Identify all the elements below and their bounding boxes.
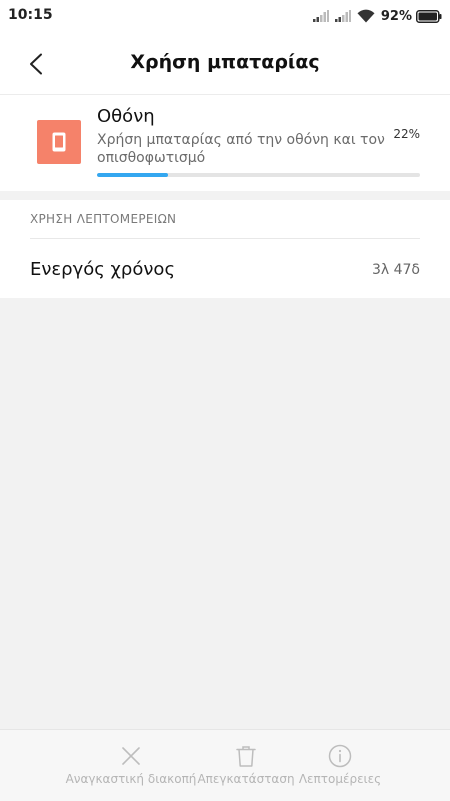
battery-icon <box>416 9 442 23</box>
usage-progress-fill <box>97 173 169 177</box>
status-bar: 10:15 92% <box>0 0 450 32</box>
header: Χρήση μπαταρίας <box>0 32 450 94</box>
close-icon <box>122 747 140 765</box>
screen-icon <box>52 132 66 152</box>
wifi-icon <box>357 9 375 23</box>
details-button[interactable]: Λεπτομέρειες <box>270 730 410 801</box>
signal-icon <box>334 10 351 22</box>
page-title: Χρήση μπαταρίας <box>130 51 320 73</box>
details-label: Λεπτομέρειες <box>298 772 382 786</box>
details-section: ΧΡΗΣΗ ΛΕΠΤΟΜΕΡΕΙΩΝ Ενεργός χρόνος 3λ 47δ <box>0 200 450 298</box>
bottom-action-bar: Αναγκαστική διακοπή Απεγκατάσταση Λεπτομ… <box>0 729 450 801</box>
usage-progress-bar <box>97 173 420 177</box>
app-icon-tile <box>37 120 81 164</box>
info-icon <box>328 744 352 768</box>
active-time-value: 3λ 47δ <box>371 262 420 278</box>
item-percent: 22% <box>393 127 420 141</box>
status-time: 10:15 <box>8 7 53 23</box>
divider <box>30 238 420 239</box>
trash-icon <box>236 746 256 767</box>
active-time-label: Ενεργός χρόνος <box>30 259 176 280</box>
status-icons: 92% <box>312 6 442 26</box>
item-title: Οθόνη <box>97 106 155 127</box>
battery-percent: 92% <box>380 8 412 24</box>
signal-icon <box>312 10 329 22</box>
item-description: Χρήση μπαταρίας από την οθόνη και τον οπ… <box>97 132 385 166</box>
usage-item[interactable]: Οθόνη Χρήση μπαταρίας από την οθόνη και … <box>0 94 450 191</box>
section-header: ΧΡΗΣΗ ΛΕΠΤΟΜΕΡΕΙΩΝ <box>30 212 177 226</box>
